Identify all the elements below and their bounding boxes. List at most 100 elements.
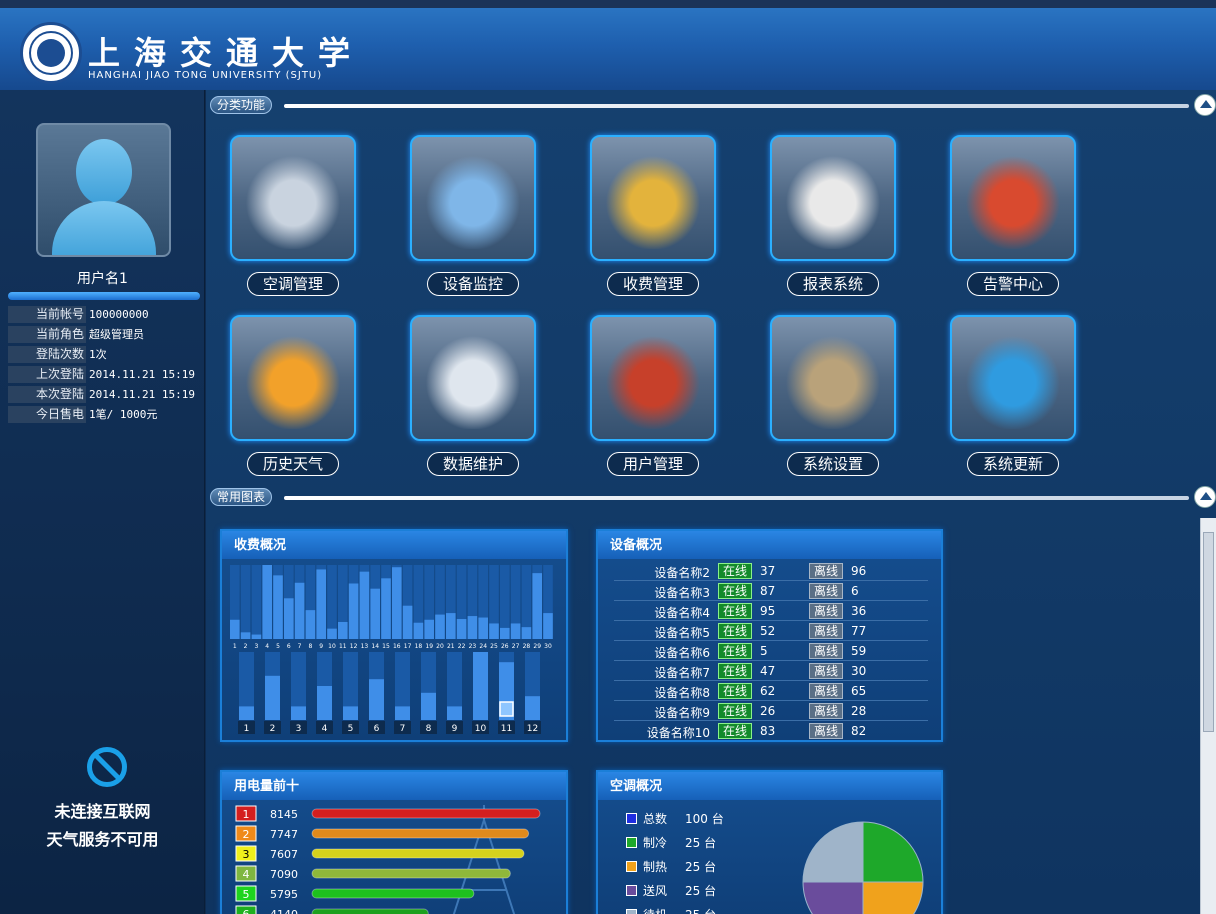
day-bar[interactable] [467, 616, 478, 639]
power-bar[interactable] [311, 888, 475, 899]
online-count: 47 [760, 664, 776, 678]
month-bar[interactable] [317, 686, 332, 720]
tile-update[interactable] [950, 315, 1076, 441]
day-bar[interactable] [251, 634, 262, 639]
day-bar[interactable] [532, 573, 542, 639]
day-bar[interactable] [338, 621, 348, 639]
tile-warning-sign[interactable] [950, 135, 1076, 261]
day-bar[interactable] [456, 619, 467, 639]
legend-swatch [626, 836, 637, 848]
month-bar[interactable] [239, 706, 254, 720]
month-bar[interactable] [421, 692, 436, 720]
day-bar[interactable] [240, 632, 251, 639]
day-bar[interactable] [273, 575, 283, 639]
month-bar[interactable] [473, 652, 488, 720]
day-bar[interactable] [478, 617, 488, 639]
device-row[interactable]: 设备名称8 在线 62 离线 65 [614, 681, 928, 701]
tile-report-chart[interactable] [770, 135, 896, 261]
month-tick-label: 9 [452, 724, 458, 734]
day-bar[interactable] [230, 619, 240, 639]
day-bar[interactable] [413, 622, 424, 639]
day-tick-label: 9 [319, 643, 323, 650]
tile-label[interactable]: 报表系统 [787, 272, 879, 296]
month-bar[interactable] [395, 706, 410, 720]
legend-value: 25 台 [685, 859, 717, 874]
month-bar[interactable] [447, 706, 462, 720]
device-row[interactable]: 设备名称2 在线 37 离线 96 [614, 561, 928, 581]
power-bar[interactable] [311, 868, 511, 879]
device-row[interactable]: 设备名称6 在线 5 离线 59 [614, 641, 928, 661]
tile-label[interactable]: 收费管理 [607, 272, 699, 296]
month-bar[interactable] [369, 679, 384, 720]
day-bar[interactable] [381, 578, 391, 639]
device-row[interactable]: 设备名称10 在线 83 离线 82 [614, 721, 928, 740]
day-bar[interactable] [370, 588, 380, 639]
pie-slice[interactable] [802, 881, 864, 914]
device-row[interactable]: 设备名称5 在线 52 离线 77 [614, 621, 928, 641]
day-bar[interactable] [359, 571, 370, 639]
device-row[interactable]: 设备名称4 在线 95 离线 36 [614, 601, 928, 621]
month-bar[interactable] [525, 696, 540, 720]
tile-gold-coins[interactable] [590, 135, 716, 261]
collapse-up-icon[interactable] [1194, 94, 1216, 116]
day-bar[interactable] [500, 627, 510, 639]
pie-slice[interactable] [862, 821, 924, 883]
day-bar[interactable] [305, 610, 316, 639]
day-bar[interactable] [327, 628, 337, 639]
month-bar[interactable] [343, 706, 358, 720]
tile-label[interactable]: 空调管理 [247, 272, 339, 296]
tile-label[interactable]: 历史天气 [247, 452, 339, 476]
power-bar[interactable] [311, 848, 525, 859]
power-value: 8145 [270, 808, 298, 821]
power-bar[interactable] [311, 828, 530, 839]
day-bar[interactable] [424, 619, 434, 639]
tile-label[interactable]: 系统设置 [787, 452, 879, 476]
online-count: 26 [760, 704, 776, 718]
day-bar[interactable] [521, 627, 532, 639]
day-bar[interactable] [435, 614, 445, 639]
pie-slice[interactable] [862, 881, 924, 914]
power-bar[interactable] [311, 808, 541, 819]
device-row[interactable]: 设备名称3 在线 87 离线 6 [614, 581, 928, 601]
day-bar[interactable] [446, 613, 456, 639]
day-tick-label: 1 [233, 643, 237, 650]
day-bar[interactable] [284, 598, 294, 639]
day-bar[interactable] [543, 613, 553, 639]
tile-gears-tools[interactable] [770, 315, 896, 441]
month-bar[interactable] [291, 706, 306, 720]
pie-slice[interactable] [802, 821, 864, 883]
avatar[interactable] [36, 123, 171, 257]
tile-device-monitor[interactable] [410, 135, 536, 261]
tile-label[interactable]: 设备监控 [427, 272, 519, 296]
tile-disc-data[interactable] [410, 315, 536, 441]
device-row[interactable]: 设备名称9 在线 26 离线 28 [614, 701, 928, 721]
tile-label[interactable]: 告警中心 [967, 272, 1059, 296]
month-bar-highlight [499, 701, 514, 717]
day-bar[interactable] [316, 569, 326, 639]
billing-bar-chart: 1 2 3 4 5 6 7 8 9 10 11 12 13 14 15 16 17 18 19 20 21 22 23 24 2… [230, 565, 553, 734]
tile-label[interactable]: 数据维护 [427, 452, 519, 476]
vertical-scrollbar[interactable] [1200, 518, 1216, 914]
day-bar[interactable] [402, 605, 413, 639]
day-bar[interactable] [392, 567, 402, 639]
day-bar[interactable] [262, 565, 272, 639]
network-status-line2: 天气服务不可用 [46, 830, 159, 849]
tile-label[interactable]: 用户管理 [607, 452, 699, 476]
tile-label[interactable]: 系统更新 [967, 452, 1059, 476]
power-bar[interactable] [311, 908, 429, 914]
legend-item: 制冷 25 台 [626, 834, 716, 850]
scrollbar-thumb[interactable] [1203, 532, 1214, 732]
info-row-today-sales: 今日售电 1笔/ 1000元 [8, 404, 200, 424]
users-icon [602, 327, 704, 429]
day-bar[interactable] [489, 623, 499, 639]
day-bar[interactable] [510, 623, 521, 639]
month-tick-label: 5 [348, 724, 354, 734]
day-bar[interactable] [294, 582, 305, 639]
month-bar[interactable] [265, 675, 280, 720]
collapse-up-icon[interactable] [1194, 486, 1216, 508]
tile-weather[interactable] [230, 315, 356, 441]
day-bar[interactable] [348, 583, 359, 640]
device-row[interactable]: 设备名称7 在线 47 离线 30 [614, 661, 928, 681]
tile-users[interactable] [590, 315, 716, 441]
tile-air-conditioner[interactable] [230, 135, 356, 261]
